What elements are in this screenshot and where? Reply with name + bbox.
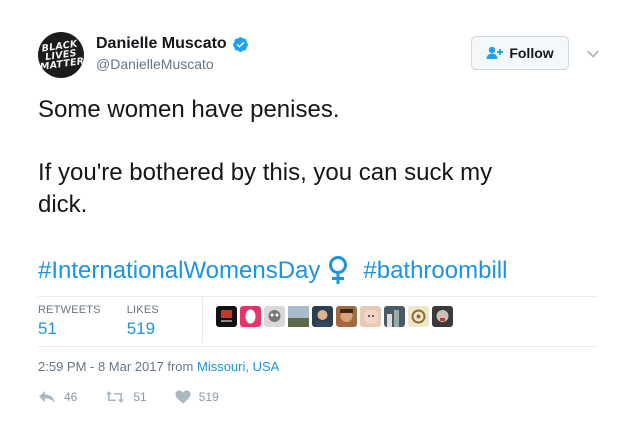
tweet-header: BLACK LIVES MATTER Danielle Muscato @Dan… [38, 30, 608, 80]
heart-icon [175, 390, 191, 404]
verified-badge-icon [232, 36, 249, 53]
female-sign-icon [327, 256, 349, 286]
liker-avatar[interactable] [312, 306, 333, 327]
tweet-text-line: Some women have penises. [38, 96, 340, 123]
like-action[interactable]: 519 [175, 390, 219, 404]
retweets-count: 51 [38, 319, 57, 338]
liker-avatar[interactable] [384, 306, 405, 327]
retweet-count: 51 [133, 390, 147, 404]
like-count: 519 [198, 390, 219, 404]
chevron-down-icon[interactable] [586, 46, 600, 58]
tweet-card: BLACK LIVES MATTER Danielle Muscato @Dan… [0, 0, 637, 430]
tweet-stats: RETWEETS 51 LIKES 519 [38, 304, 185, 344]
retweets-stat[interactable]: RETWEETS 51 [38, 304, 101, 344]
liker-avatar[interactable] [264, 306, 285, 327]
liker-avatar[interactable] [288, 306, 309, 327]
follow-user-icon [486, 46, 504, 60]
liker-avatar[interactable] [216, 306, 237, 327]
divider [38, 296, 598, 297]
full-name[interactable]: Danielle Muscato [96, 35, 227, 53]
fullname-row: Danielle Muscato [96, 35, 249, 53]
avatar[interactable]: BLACK LIVES MATTER [38, 32, 84, 78]
likes-count: 519 [126, 319, 156, 338]
liker-avatar[interactable] [240, 306, 261, 327]
hashtag-link[interactable]: #InternationalWomensDay [38, 255, 320, 287]
tweet-meta: 2:59 PM - 8 Mar 2017 from Missouri, USA [38, 359, 279, 374]
tweet-text: Some women have penises. If you're bothe… [38, 94, 598, 221]
reply-icon [39, 391, 55, 403]
follow-button-label: Follow [509, 45, 554, 61]
liker-avatars [216, 306, 453, 327]
retweet-action[interactable]: 51 [105, 390, 147, 404]
liker-avatar[interactable] [432, 306, 453, 327]
tweet-text-line: dick. [38, 191, 88, 218]
location-link[interactable]: Missouri, USA [197, 359, 279, 374]
hashtag-row: #InternationalWomensDay #bathroombill [38, 255, 507, 287]
tweet-actions: 46 51 519 [38, 390, 247, 404]
tweet-timestamp[interactable]: 2:59 PM - 8 Mar 2017 [38, 359, 164, 374]
retweets-label: RETWEETS [38, 304, 101, 316]
stats-separator [202, 297, 203, 343]
reply-action[interactable]: 46 [38, 390, 77, 404]
tweet-text-line: If you're bothered by this, you can suck… [38, 159, 493, 186]
likes-label: LIKES [126, 304, 159, 316]
liker-avatar[interactable] [408, 306, 429, 327]
follow-button[interactable]: Follow [471, 36, 569, 70]
avatar-text: BLACK LIVES MATTER [39, 38, 84, 73]
hashtag-link[interactable]: #bathroombill [363, 255, 507, 287]
user-handle[interactable]: @DanielleMuscato [96, 56, 249, 72]
from-label: from [167, 359, 194, 374]
likes-stat[interactable]: LIKES 519 [127, 304, 159, 344]
liker-avatar[interactable] [360, 306, 381, 327]
divider [38, 346, 598, 347]
liker-avatar[interactable] [336, 306, 357, 327]
user-names: Danielle Muscato @DanielleMuscato [96, 35, 249, 72]
retweet-icon [106, 391, 125, 403]
reply-count: 46 [64, 390, 78, 404]
